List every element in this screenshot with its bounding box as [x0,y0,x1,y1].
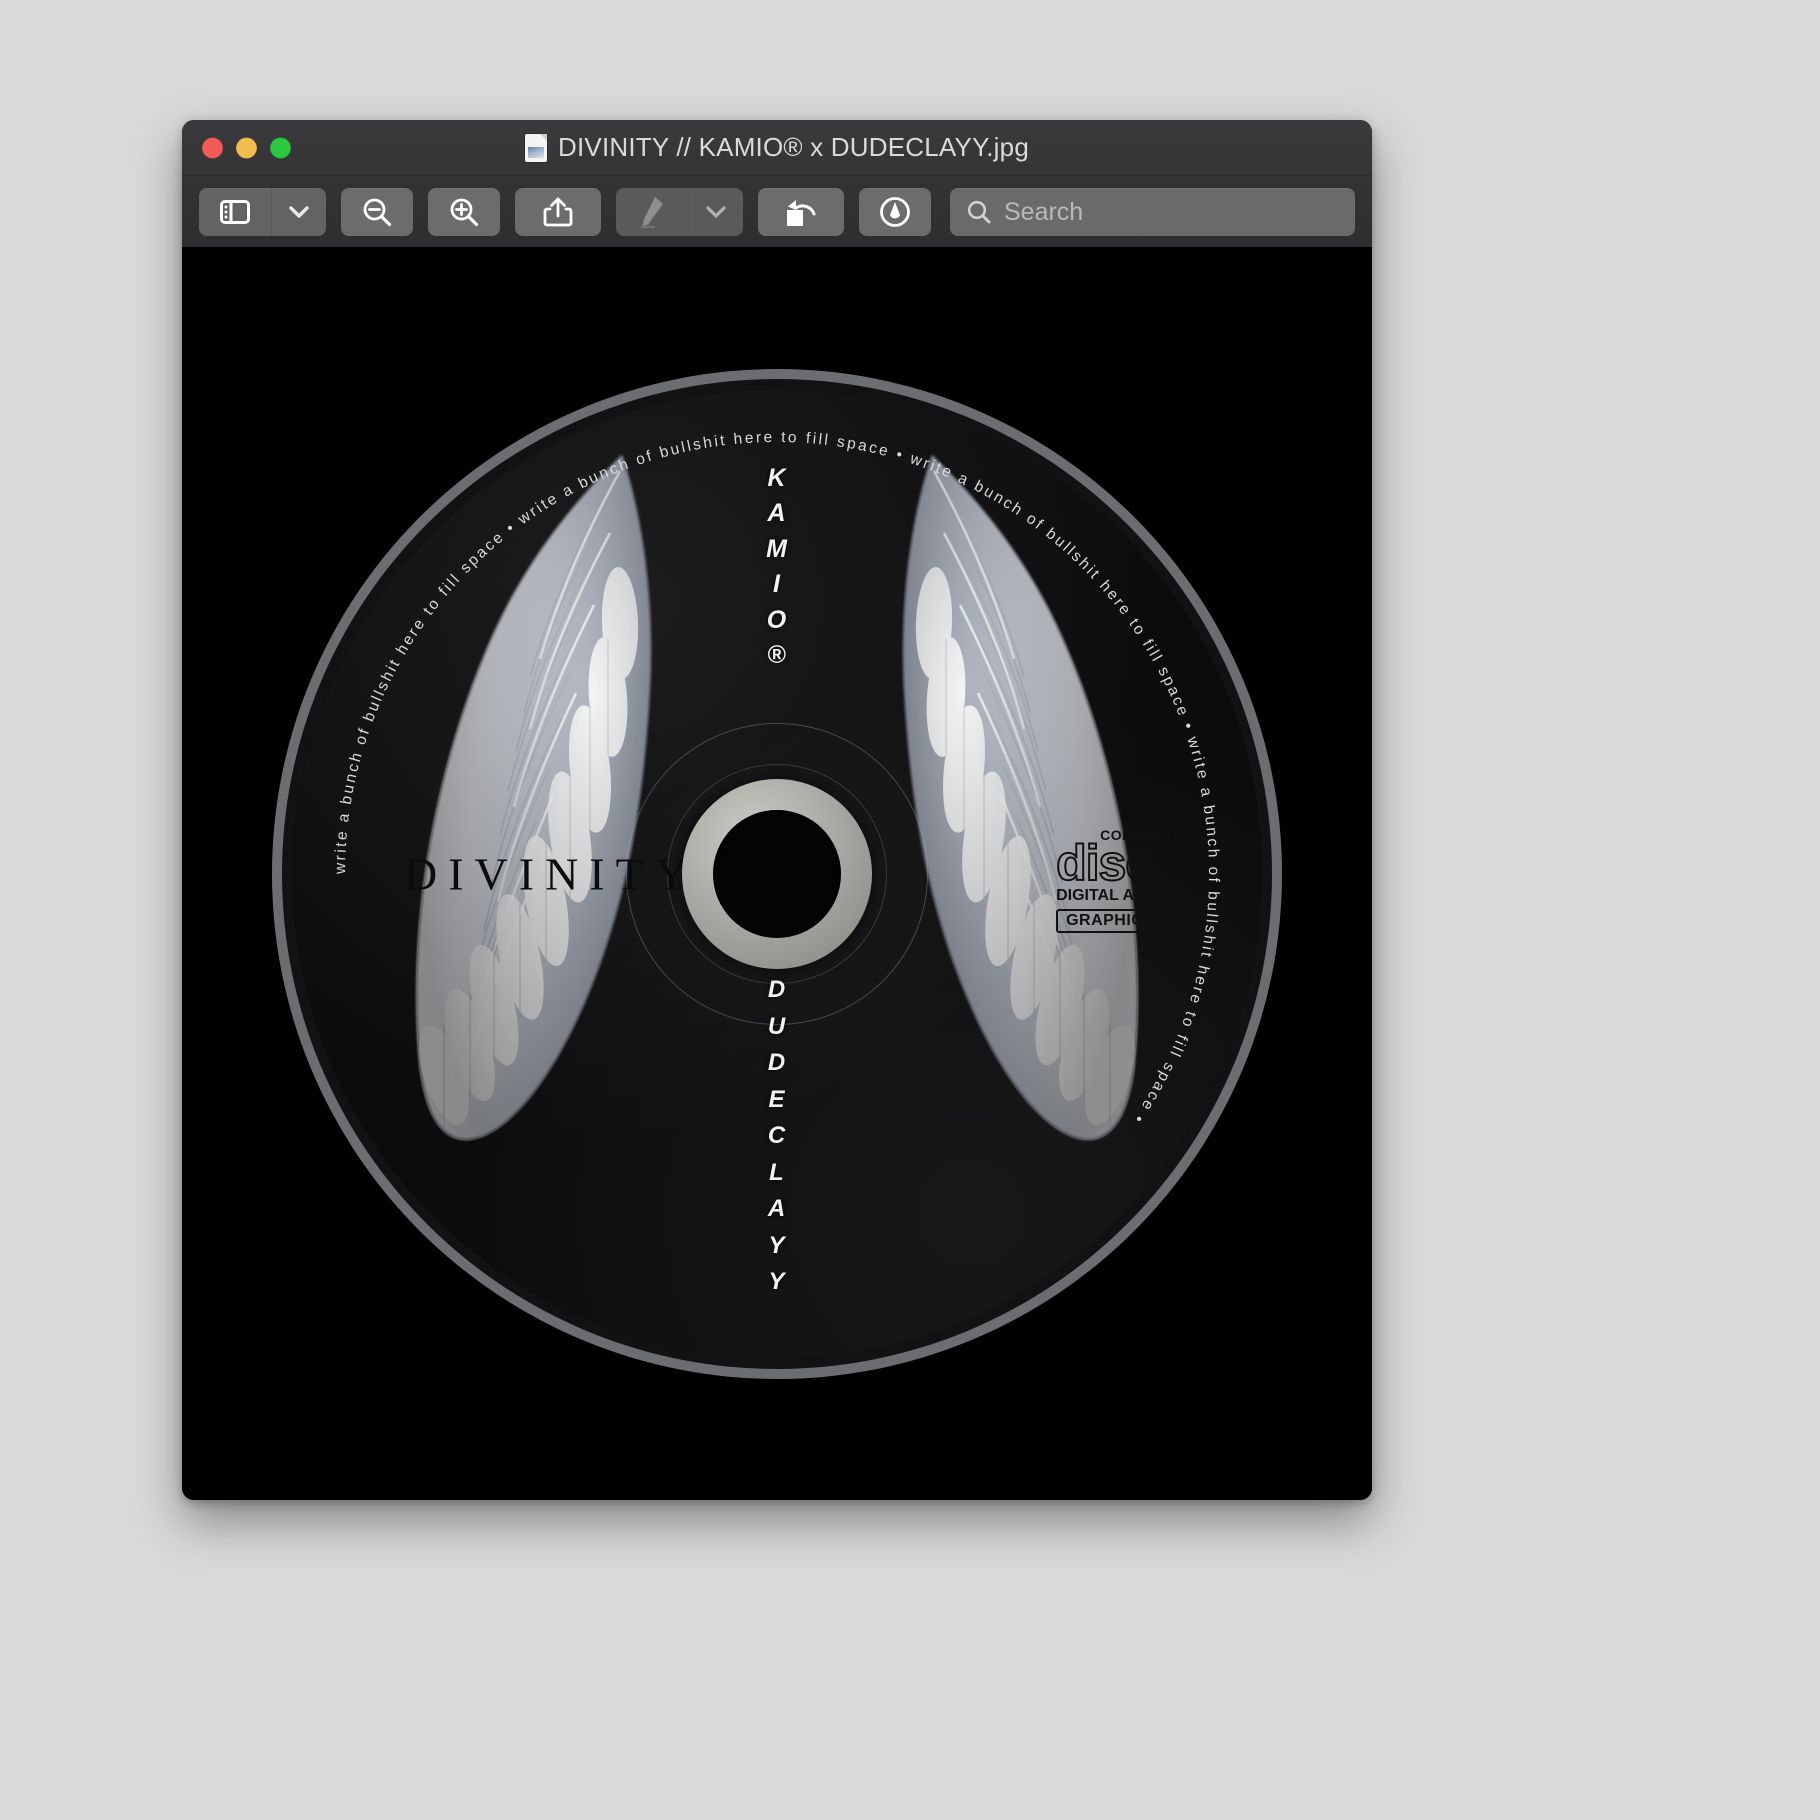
maximize-button[interactable] [270,137,291,158]
label-letter: I [773,570,781,598]
angel-wing-left [374,445,694,1145]
label-letter: Y [768,1231,786,1259]
window-title: DIVINITY // KAMIO® x DUDECLAYY.jpg [558,132,1029,162]
window-titlebar: DIVINITY // KAMIO® x DUDECLAYY.jpg [182,120,1372,176]
search-placeholder: Search [1004,197,1084,226]
close-button[interactable] [202,137,223,158]
label-letter: Y [768,1268,786,1296]
compact-disc-logo: COMPACT disc DIGITAL AUDIO GRAPHICS [1055,827,1174,933]
label-letter: D [767,1049,787,1077]
cd-logo-digital-audio: DIGITAL AUDIO [1056,886,1174,904]
share-button[interactable] [515,188,601,236]
label-kamio: K A M I O ® [766,461,788,674]
rotate-left-icon [784,196,818,228]
toolbar: Search [182,176,1372,249]
album-title: DIVINITY [404,848,699,899]
markup-button[interactable] [616,188,743,236]
label-letter: A [767,1195,787,1223]
label-letter: A [767,499,787,527]
search-icon [966,199,992,225]
markup-pen-icon[interactable] [616,188,688,236]
label-letter: ® [767,641,787,669]
disc-hub [682,778,872,969]
markup-chevron-down-icon[interactable] [688,188,743,236]
label-letter: O [766,605,788,634]
image-canvas: write a bunch of bullshit here to fill s… [182,247,1372,1500]
zoom-in-button[interactable] [428,188,500,236]
label-letter: L [769,1158,785,1186]
cd-logo-graphics: GRAPHICS [1056,908,1165,933]
zoom-out-button[interactable] [341,188,413,236]
cd-logo-disc: disc [1055,834,1154,891]
sidebar-icon[interactable] [199,188,271,236]
search-input[interactable]: Search [950,188,1355,236]
share-icon [543,196,573,228]
cd-artwork: write a bunch of bullshit here to fill s… [272,368,1282,1379]
disc-center-hole [713,809,841,938]
document-icon [525,133,547,162]
cd-face: write a bunch of bullshit here to fill s… [292,388,1262,1359]
traffic-lights [202,137,291,158]
label-dudeclayy: DUDECLAYY [768,972,786,1300]
angel-wing-right [860,445,1180,1145]
zoom-out-icon [361,196,393,228]
chevron-down-icon[interactable] [271,188,326,236]
annotate-icon [878,195,912,229]
minimize-button[interactable] [236,137,257,158]
label-letter: K [767,463,787,492]
label-letter: C [767,1122,787,1150]
label-letter: E [768,1085,786,1113]
rotate-left-button[interactable] [758,188,844,236]
label-letter: M [766,534,788,563]
annotate-button[interactable] [859,188,931,236]
preview-window: DIVINITY // KAMIO® x DUDECLAYY.jpg Searc… [182,120,1372,1500]
sidebar-view-button[interactable] [199,188,326,236]
zoom-in-icon [448,196,480,228]
window-title-group: DIVINITY // KAMIO® x DUDECLAYY.jpg [182,120,1372,175]
label-letter: U [767,1012,787,1040]
label-letter: D [767,976,787,1004]
